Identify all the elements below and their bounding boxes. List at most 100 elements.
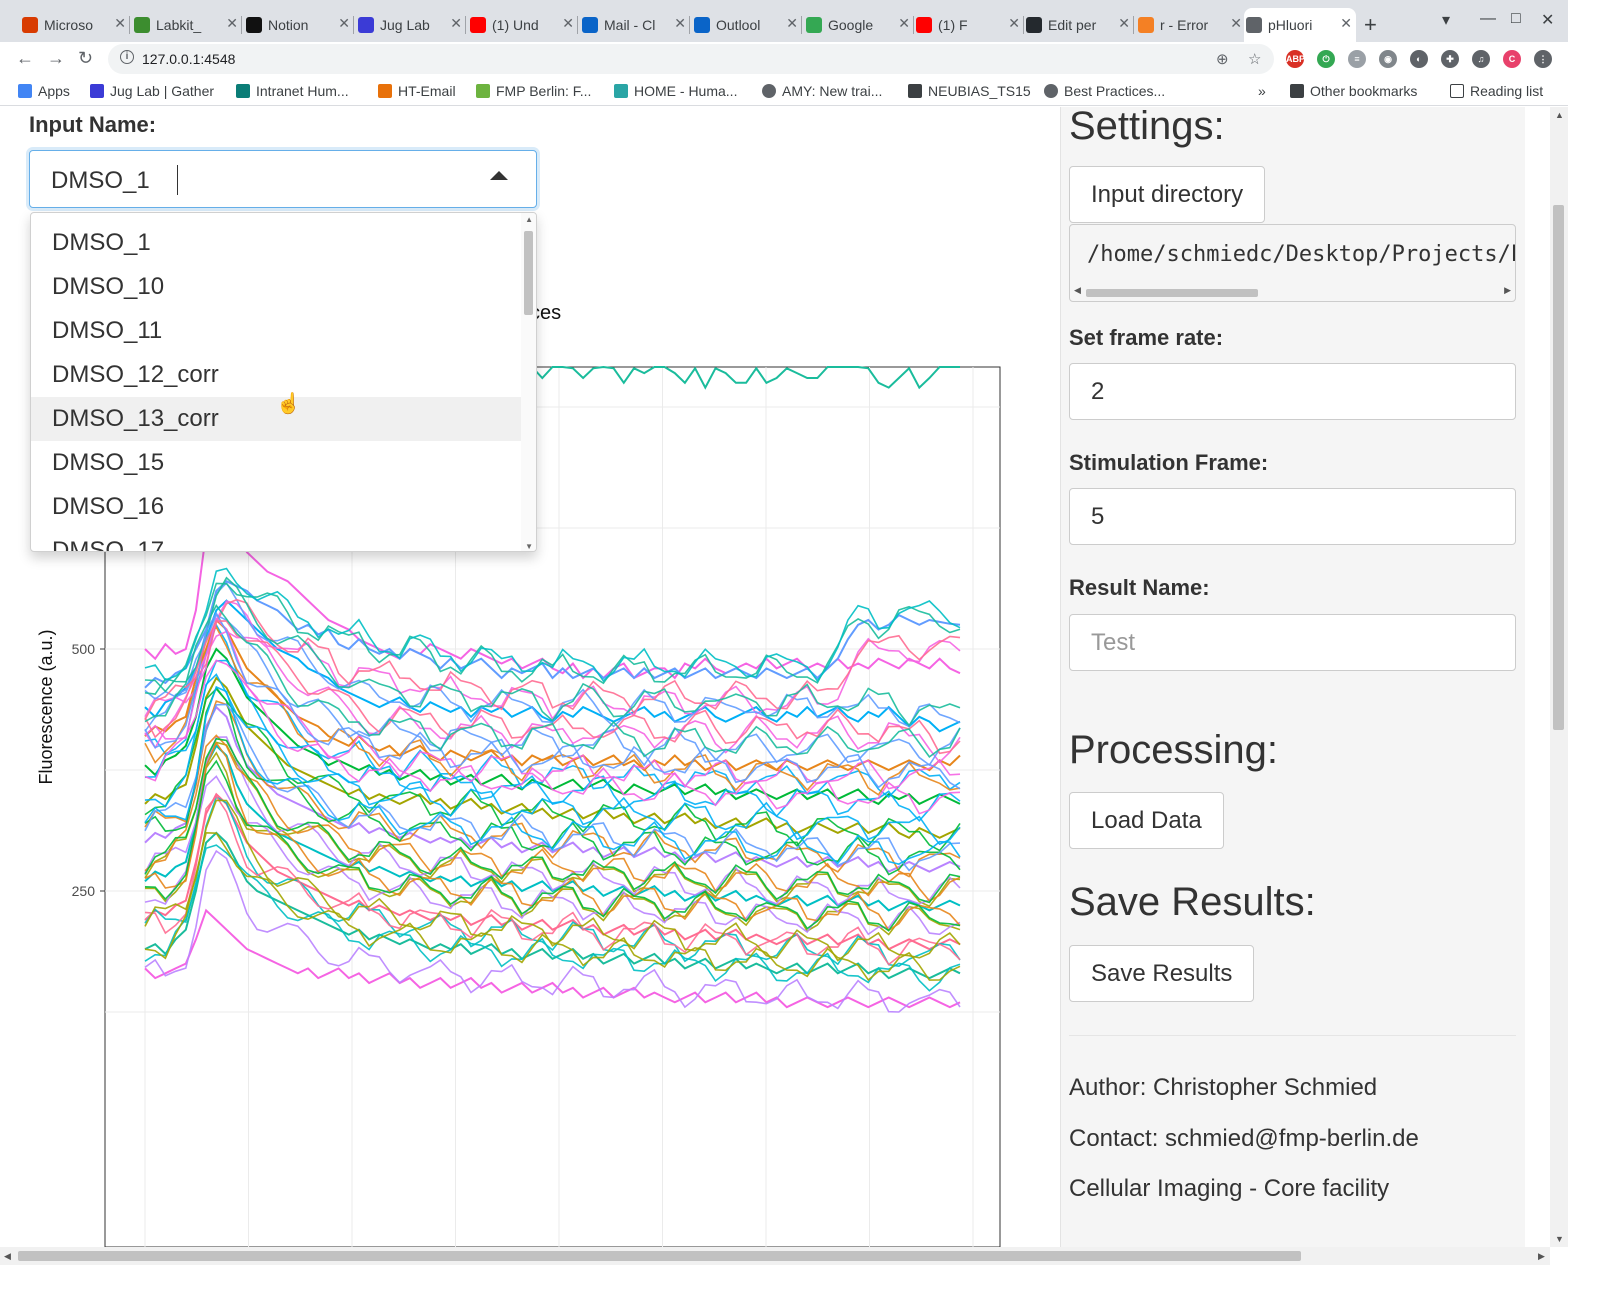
bookmark-icon bbox=[90, 84, 104, 98]
tab-close-icon[interactable]: ✕ bbox=[1118, 15, 1130, 32]
site-info-icon[interactable]: i bbox=[120, 50, 134, 64]
dropdown-scroll-thumb[interactable] bbox=[524, 231, 533, 315]
bookmark-3[interactable]: Intranet Hum... bbox=[236, 83, 349, 99]
caret-up-icon[interactable] bbox=[490, 171, 508, 180]
stimulation-frame-input[interactable]: 5 bbox=[1069, 488, 1516, 545]
extension-list-icon[interactable]: ≡ bbox=[1348, 50, 1366, 68]
tab-close-icon[interactable]: ✕ bbox=[898, 15, 910, 32]
page-scroll-up-icon[interactable]: ▲ bbox=[1555, 110, 1564, 120]
select-value: DMSO_1 bbox=[51, 167, 150, 194]
scroll-up-arrow-icon[interactable]: ▲ bbox=[525, 215, 533, 224]
tab-favicon-icon bbox=[1246, 17, 1262, 33]
dropdown-option[interactable]: DMSO_10 bbox=[31, 265, 523, 309]
maximize-icon[interactable]: □ bbox=[1511, 10, 1521, 28]
tab-1[interactable]: Microso ✕ bbox=[20, 8, 130, 42]
other-bookmarks[interactable]: Other bookmarks bbox=[1290, 83, 1417, 99]
tab-close-icon[interactable]: ✕ bbox=[674, 15, 686, 32]
bookmark-4[interactable]: HT-Email bbox=[378, 83, 456, 99]
extensions-puzzle-icon[interactable]: ✚ bbox=[1441, 50, 1459, 68]
profile-avatar-icon[interactable]: C bbox=[1503, 50, 1521, 68]
save-results-button[interactable]: Save Results bbox=[1069, 945, 1255, 1002]
frame-rate-input[interactable]: 2 bbox=[1069, 363, 1516, 420]
tab-9[interactable]: (1) F ✕ bbox=[914, 8, 1024, 42]
reload-icon[interactable]: ↻ bbox=[78, 48, 93, 69]
media-control-icon[interactable]: ♫ bbox=[1472, 50, 1490, 68]
scroll-right-arrow-icon[interactable]: ▶ bbox=[1504, 285, 1511, 296]
bookmark-label: Apps bbox=[38, 83, 70, 99]
tab-close-icon[interactable]: ✕ bbox=[562, 15, 574, 32]
tab-6[interactable]: Mail - Cl ✕ bbox=[580, 8, 690, 42]
tab-search-icon[interactable]: ▾ bbox=[1442, 10, 1450, 30]
path-horizontal-scrollbar[interactable]: ◀ ▶ bbox=[1072, 285, 1513, 299]
scroll-down-arrow-icon[interactable]: ▼ bbox=[525, 542, 533, 551]
tab-3[interactable]: Notion ✕ bbox=[244, 8, 354, 42]
tab-8[interactable]: Google ✕ bbox=[804, 8, 914, 42]
bookmark-icon bbox=[236, 84, 250, 98]
dropdown-option[interactable]: DMSO_11 bbox=[31, 309, 523, 353]
tab-close-icon[interactable]: ✕ bbox=[450, 15, 462, 32]
tab-12[interactable]: pHluori ✕ bbox=[1244, 8, 1356, 42]
browser-menu-icon[interactable]: ⋮ bbox=[1534, 50, 1552, 68]
tab-7[interactable]: Outlool ✕ bbox=[692, 8, 802, 42]
extension-power-icon[interactable]: ◉ bbox=[1379, 50, 1397, 68]
dropdown-option[interactable]: DMSO_1 bbox=[31, 221, 523, 265]
bookmark-5[interactable]: FMP Berlin: F... bbox=[476, 83, 591, 99]
page-vertical-thumb[interactable] bbox=[1553, 205, 1564, 730]
page-scroll-down-icon[interactable]: ▼ bbox=[1555, 1234, 1564, 1244]
tab-close-icon[interactable]: ✕ bbox=[338, 15, 350, 32]
extension-green-icon[interactable]: ⏻ bbox=[1317, 50, 1335, 68]
tab-2[interactable]: Labkit_ ✕ bbox=[132, 8, 242, 42]
tab-close-icon[interactable]: ✕ bbox=[226, 15, 238, 32]
dropdown-option[interactable]: DMSO_16 bbox=[31, 485, 523, 529]
input-name-select[interactable]: DMSO_1 bbox=[29, 150, 537, 208]
bookmark-icon bbox=[762, 84, 776, 98]
bookmark-1[interactable]: Apps bbox=[18, 83, 70, 99]
tab-close-icon[interactable]: ✕ bbox=[786, 15, 798, 32]
forward-icon[interactable]: → bbox=[47, 48, 65, 69]
input-directory-button[interactable]: Input directory bbox=[1069, 166, 1266, 223]
new-tab-button[interactable]: + bbox=[1364, 12, 1377, 38]
result-name-input[interactable]: Test bbox=[1069, 614, 1516, 671]
back-icon[interactable]: ← bbox=[16, 48, 34, 69]
close-window-icon[interactable]: ✕ bbox=[1541, 10, 1554, 30]
bookmark-star-icon[interactable]: ☆ bbox=[1248, 50, 1261, 68]
tab-11[interactable]: r - Error ✕ bbox=[1136, 8, 1246, 42]
tab-close-icon[interactable]: ✕ bbox=[114, 15, 126, 32]
minimize-icon[interactable]: — bbox=[1480, 10, 1496, 28]
bookmark-7[interactable]: AMY: New trai... bbox=[762, 83, 882, 99]
bookmark-8[interactable]: NEUBIAS_TS15 bbox=[908, 83, 1031, 99]
path-scroll-thumb[interactable] bbox=[1086, 289, 1258, 297]
extension-shield-icon[interactable]: ◐ bbox=[1410, 50, 1428, 68]
tab-5[interactable]: (1) Und ✕ bbox=[468, 8, 578, 42]
frame-rate-label: Set frame rate: bbox=[1069, 325, 1224, 350]
address-bar[interactable]: i 127.0.0.1:4548 ⊕ ☆ bbox=[108, 44, 1274, 74]
tab-close-icon[interactable]: ✕ bbox=[1340, 15, 1352, 32]
dropdown-option[interactable]: DMSO_15 bbox=[31, 441, 523, 485]
tab-favicon-icon bbox=[134, 17, 150, 33]
bookmark-9[interactable]: Best Practices... bbox=[1044, 83, 1165, 99]
page-horizontal-thumb[interactable] bbox=[18, 1251, 1301, 1261]
page-scroll-right-icon[interactable]: ▶ bbox=[1538, 1251, 1545, 1262]
reading-list-label: Reading list bbox=[1470, 83, 1544, 99]
bookmark-6[interactable]: HOME - Huma... bbox=[614, 83, 737, 99]
page-horizontal-scrollbar[interactable]: ◀ ▶ bbox=[0, 1247, 1550, 1265]
bookmarks-overflow[interactable]: » bbox=[1258, 83, 1266, 99]
url-text: 127.0.0.1:4548 bbox=[142, 51, 236, 67]
load-data-button[interactable]: Load Data bbox=[1069, 792, 1224, 849]
tab-close-icon[interactable]: ✕ bbox=[1008, 15, 1020, 32]
tab-separator bbox=[129, 16, 130, 34]
dropdown-scrollbar[interactable]: ▲ ▼ bbox=[521, 213, 536, 551]
tab-title: Edit per bbox=[1048, 17, 1097, 33]
page-scroll-left-icon[interactable]: ◀ bbox=[4, 1251, 11, 1262]
tab-4[interactable]: Jug Lab ✕ bbox=[356, 8, 466, 42]
zoom-icon[interactable]: ⊕ bbox=[1216, 50, 1229, 68]
bookmark-2[interactable]: Jug Lab | Gather bbox=[90, 83, 214, 99]
tab-10[interactable]: Edit per ✕ bbox=[1024, 8, 1134, 42]
adblock-extension-icon[interactable]: ABP bbox=[1286, 50, 1305, 68]
bookmark-icon bbox=[18, 84, 32, 98]
page-vertical-scrollbar[interactable]: ▲ ▼ bbox=[1550, 107, 1568, 1247]
tab-close-icon[interactable]: ✕ bbox=[1230, 15, 1242, 32]
dropdown-option[interactable]: DMSO_17 bbox=[31, 529, 523, 551]
scroll-left-arrow-icon[interactable]: ◀ bbox=[1074, 285, 1081, 296]
reading-list[interactable]: Reading list bbox=[1450, 83, 1543, 99]
